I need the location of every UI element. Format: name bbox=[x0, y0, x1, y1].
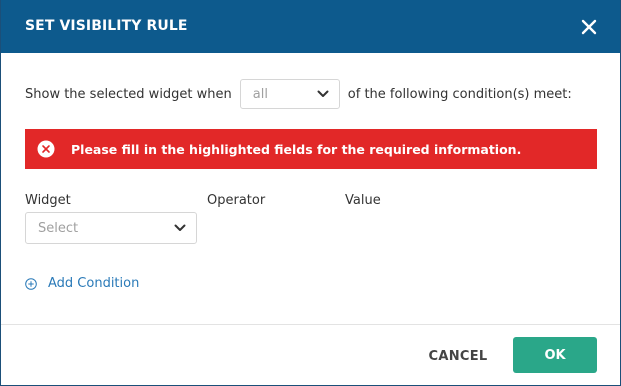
dialog-title: SET VISIBILITY RULE bbox=[25, 18, 188, 34]
operator-column-header: Operator bbox=[207, 193, 266, 208]
chevron-down-icon bbox=[174, 224, 186, 231]
widget-column-header: Widget bbox=[25, 193, 71, 208]
error-alert: Please fill in the highlighted fields fo… bbox=[25, 129, 597, 169]
dialog-header: SET VISIBILITY RULE bbox=[1, 0, 620, 53]
close-icon bbox=[581, 19, 597, 35]
rule-sentence: Show the selected widget when all of the… bbox=[25, 79, 572, 109]
widget-select-placeholder: Select bbox=[38, 220, 79, 236]
footer-divider bbox=[1, 324, 620, 325]
chevron-down-icon bbox=[317, 90, 329, 97]
close-button[interactable] bbox=[580, 18, 598, 36]
ok-button[interactable]: OK bbox=[513, 337, 597, 373]
cancel-button[interactable]: CANCEL bbox=[419, 338, 497, 374]
rule-prefix-text: Show the selected widget when bbox=[25, 86, 232, 102]
add-condition-label: Add Condition bbox=[48, 276, 140, 291]
add-condition-link[interactable]: Add Condition bbox=[25, 276, 139, 291]
rule-suffix-text: of the following condition(s) meet: bbox=[347, 86, 572, 102]
plus-circle-icon bbox=[25, 277, 37, 290]
set-visibility-rule-dialog: SET VISIBILITY RULE Show the selected wi… bbox=[0, 0, 621, 386]
widget-select[interactable]: Select bbox=[25, 212, 197, 244]
error-circle-icon bbox=[37, 140, 55, 158]
alert-message: Please fill in the highlighted fields fo… bbox=[71, 141, 522, 157]
value-column-header: Value bbox=[345, 193, 381, 208]
match-mode-value: all bbox=[252, 86, 268, 102]
match-mode-select[interactable]: all bbox=[239, 79, 340, 109]
